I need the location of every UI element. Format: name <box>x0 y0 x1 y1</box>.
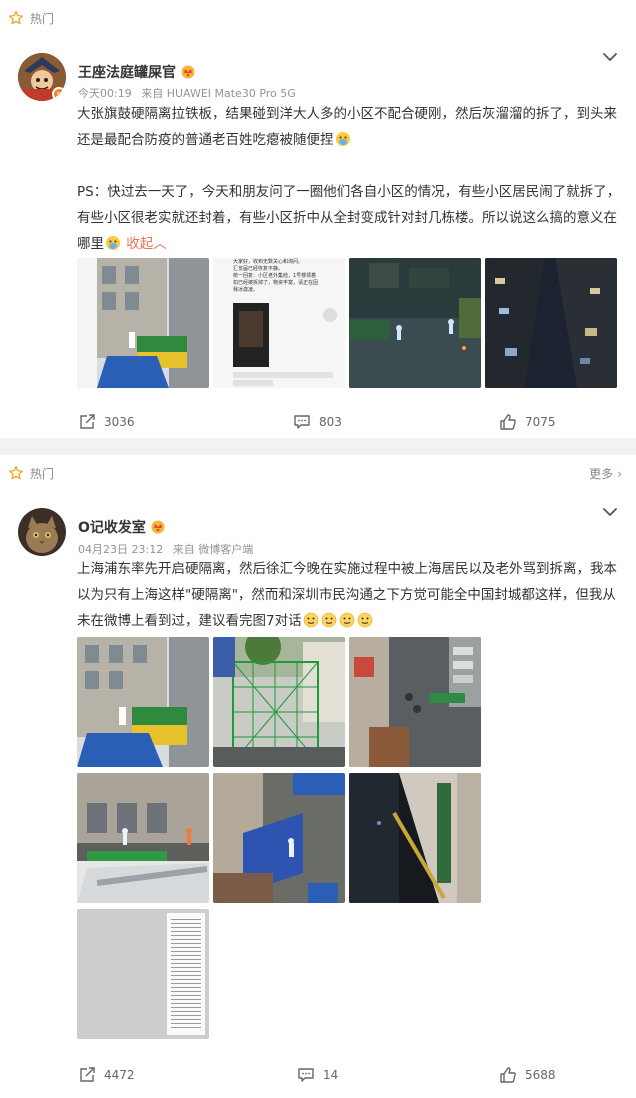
comment-button[interactable]: 14 <box>297 1066 338 1084</box>
like-count: 7075 <box>525 415 556 429</box>
post-image-4[interactable] <box>485 258 617 388</box>
like-button[interactable]: 5688 <box>499 1066 556 1084</box>
crown-badge-icon <box>151 520 165 534</box>
share-icon <box>80 1067 95 1082</box>
emoji-icon <box>106 236 120 250</box>
like-count: 5688 <box>525 1068 556 1082</box>
like-button[interactable]: 7075 <box>499 413 556 431</box>
like-icon <box>500 1067 516 1083</box>
post-image-5[interactable] <box>213 773 345 903</box>
avatar-image <box>18 508 66 556</box>
star-icon <box>9 465 23 480</box>
post-image-4[interactable] <box>77 773 209 903</box>
collapse-link[interactable]: 收起︿ <box>126 236 167 252</box>
post-image-3[interactable] <box>349 258 481 388</box>
comment-count: 14 <box>323 1068 339 1082</box>
chevron-down-icon[interactable] <box>602 52 618 62</box>
hot-tag: 热门 <box>8 464 54 482</box>
weibo-post-2: 热门 更多 › O记收发室 04月23日 23:12 来自 微博客户端 上海浦东… <box>0 455 636 1098</box>
chevron-up-icon: ︿ <box>153 236 167 252</box>
emoji-icon <box>303 612 318 628</box>
chevron-down-icon[interactable] <box>602 507 618 517</box>
post-image-6[interactable] <box>349 773 481 903</box>
post-image-1[interactable] <box>77 637 209 767</box>
action-bar: 3036 803 7075 <box>0 402 636 442</box>
post-time[interactable]: 今天00:19 <box>78 87 132 100</box>
post-image-2[interactable]: 大家好，收到无数关心和询问。 汇览届已经恢复平静。 统一回复：小区老外集结，1号… <box>213 258 345 388</box>
like-icon <box>500 414 516 430</box>
crown-badge-icon <box>181 65 195 79</box>
hot-label: 热门 <box>30 466 55 481</box>
post-image-2[interactable] <box>213 637 345 767</box>
post-meta: 今天00:19 来自 HUAWEI Mate30 Pro 5G <box>78 85 302 101</box>
post-text: 上海浦东率先开启硬隔离，然后徐汇今晚在实施过程中被上海居民以及老外骂到拆离，我本… <box>77 556 622 634</box>
share-count: 4472 <box>104 1068 135 1082</box>
post-image-7[interactable] <box>77 909 209 1039</box>
post-text: 大张旗鼓硬隔离拉铁板，结果碰到洋大人多的小区不配合硬刚，然后灰溜溜的拆了，到头来… <box>77 101 622 257</box>
image-chat-line-4: 扣已经被拆掉了，物资丰富，请正在固 <box>233 280 319 286</box>
share-button[interactable]: 4472 <box>78 1066 135 1084</box>
comment-count: 803 <box>319 415 342 429</box>
avatar[interactable]: v <box>18 53 66 101</box>
comment-icon <box>298 1068 314 1082</box>
emoji-icon <box>335 132 350 146</box>
avatar[interactable] <box>18 508 66 556</box>
image-chat-line-3: 统一回复：小区老外集结，1号楼领着 <box>233 273 317 279</box>
username[interactable]: O记收发室 <box>78 517 166 537</box>
verified-badge-icon: v <box>52 87 66 101</box>
emoji-icon <box>339 612 354 628</box>
post-source: 来自 微博客户端 <box>172 543 254 556</box>
username-text: 王座法庭罐屎官 <box>78 65 176 81</box>
more-link[interactable]: 更多 › <box>589 465 622 482</box>
emoji-icon <box>321 612 336 628</box>
share-button[interactable]: 3036 <box>78 413 135 431</box>
hot-tag: 热门 <box>8 9 54 27</box>
share-icon <box>80 414 95 429</box>
share-count: 3036 <box>104 415 135 429</box>
weibo-post-1: 热门 v 王座法庭罐屎官 今天00:19 来自 HUAWEI Mate30 Pr… <box>0 0 636 438</box>
emoji-icon <box>357 612 372 628</box>
post-time[interactable]: 04月23日 23:12 <box>78 543 163 556</box>
chevron-right-icon: › <box>617 466 622 481</box>
username[interactable]: 王座法庭罐屎官 <box>78 62 196 82</box>
image-chat-line-5: 我冰激凌。 <box>233 287 259 293</box>
image-chat-line-1: 大家好，收到无数关心和询问。 <box>233 259 304 265</box>
post-image-3[interactable] <box>349 637 481 767</box>
collapse-label: 收起 <box>126 236 154 252</box>
more-label: 更多 <box>589 467 614 481</box>
action-bar: 4472 14 5688 <box>0 1055 636 1095</box>
post-meta: 04月23日 23:12 来自 微博客户端 <box>78 541 259 557</box>
post-source: 来自 HUAWEI Mate30 Pro 5G <box>141 87 296 100</box>
comment-button[interactable]: 803 <box>293 413 342 431</box>
hot-label: 热门 <box>30 11 55 26</box>
star-icon <box>9 10 23 25</box>
comment-icon <box>294 415 310 429</box>
image-chat-line-2: 汇览届已经恢复平静。 <box>233 266 284 272</box>
username-text: O记收发室 <box>78 520 146 536</box>
post-image-1[interactable] <box>77 258 209 388</box>
